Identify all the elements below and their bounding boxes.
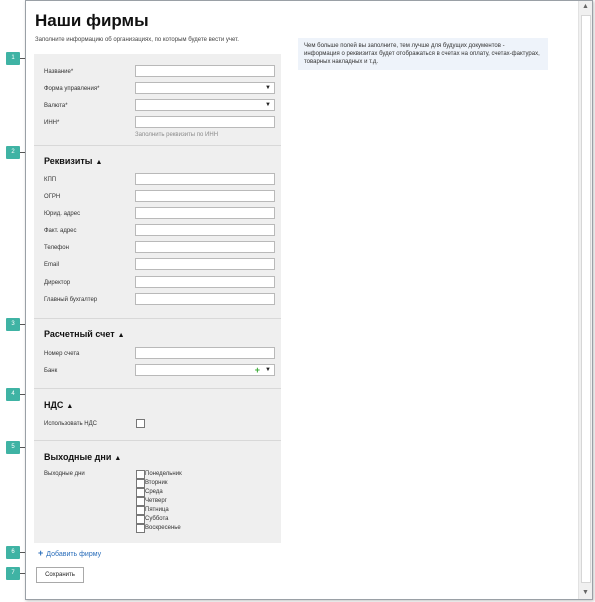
- day-label-thursday: Четверг: [145, 498, 167, 504]
- requisites-title: Реквизиты: [44, 156, 93, 166]
- chevron-up-icon: ▲: [114, 455, 122, 462]
- weekends-label: Выходные дни: [44, 471, 85, 477]
- save-button[interactable]: Сохранить: [36, 567, 84, 583]
- currency-label: Валюта*: [44, 103, 68, 109]
- callout-badge-4: 4: [6, 388, 20, 401]
- ogrn-label: ОГРН: [44, 194, 61, 200]
- day-label-saturday: Суббота: [145, 516, 169, 522]
- form-label: Форма управления*: [44, 86, 100, 92]
- add-company-label: Добавить фирму: [46, 551, 102, 558]
- chevron-down-icon: ▼: [265, 102, 271, 108]
- callout-badge-2: 2: [6, 146, 20, 159]
- use-vat-label: Использовать НДС: [44, 421, 98, 427]
- day-checkbox-thursday[interactable]: [136, 497, 145, 506]
- page-subtitle: Заполните информацию об организациях, по…: [35, 37, 239, 43]
- day-label-wednesday: Среда: [145, 489, 163, 495]
- section-divider: [34, 318, 281, 319]
- form-select[interactable]: ▼: [135, 82, 275, 94]
- day-checkbox-monday[interactable]: [136, 470, 145, 479]
- scroll-up-icon[interactable]: ▲: [579, 1, 592, 13]
- account-title: Расчетный счет: [44, 329, 115, 339]
- day-label-sunday: Воскресенье: [145, 525, 181, 531]
- scroll-down-icon[interactable]: ▼: [579, 587, 592, 599]
- fill-by-inn-link[interactable]: Заполнить реквизиты по ИНН: [135, 132, 218, 138]
- day-label-tuesday: Вторник: [145, 480, 168, 486]
- day-checkbox-tuesday[interactable]: [136, 479, 145, 488]
- scroll-thumb[interactable]: [581, 15, 591, 583]
- kpp-input[interactable]: [135, 173, 275, 185]
- phone-input[interactable]: [135, 241, 275, 253]
- account-header[interactable]: Расчетный счет ▲: [44, 329, 125, 339]
- director-label: Директор: [44, 280, 71, 286]
- legal-address-input[interactable]: [135, 207, 275, 219]
- day-label-monday: Понедельник: [145, 471, 182, 477]
- phone-label: Телефон: [44, 245, 69, 251]
- day-checkbox-friday[interactable]: [136, 506, 145, 515]
- page-title: Наши фирмы: [35, 11, 149, 30]
- inn-input[interactable]: [135, 116, 275, 128]
- bank-label: Банк: [44, 368, 58, 374]
- use-vat-checkbox[interactable]: [136, 419, 145, 428]
- accountant-input[interactable]: [135, 293, 275, 305]
- callout-badge-6: 6: [6, 546, 20, 559]
- plus-icon[interactable]: +: [255, 365, 260, 375]
- account-number-input[interactable]: [135, 347, 275, 359]
- day-checkbox-saturday[interactable]: [136, 515, 145, 524]
- section-divider: [34, 388, 281, 389]
- inn-label: ИНН*: [44, 120, 60, 126]
- chevron-up-icon: ▲: [117, 332, 125, 339]
- name-input[interactable]: [135, 65, 275, 77]
- day-checkbox-sunday[interactable]: [136, 524, 145, 533]
- callout-badge-1: 1: [6, 52, 20, 65]
- email-input[interactable]: [135, 258, 275, 270]
- chevron-down-icon: ▼: [265, 85, 271, 91]
- director-input[interactable]: [135, 276, 275, 288]
- kpp-label: КПП: [44, 177, 57, 183]
- requisites-header[interactable]: Реквизиты ▲: [44, 156, 102, 166]
- actual-address-label: Факт. адрес: [44, 228, 77, 234]
- legal-address-label: Юрид. адрес: [44, 211, 81, 217]
- add-company-link[interactable]: + Добавить фирму: [38, 548, 101, 558]
- weekends-header[interactable]: Выходные дни ▲: [44, 452, 121, 462]
- section-divider: [34, 440, 281, 441]
- day-checkbox-wednesday[interactable]: [136, 488, 145, 497]
- day-label-friday: Пятница: [145, 507, 169, 513]
- currency-select[interactable]: ▼: [135, 99, 275, 111]
- plus-icon: +: [38, 548, 44, 558]
- callout-badge-5: 5: [6, 441, 20, 454]
- vat-title: НДС: [44, 400, 64, 410]
- info-note: Чем больше полей вы заполните, тем лучше…: [298, 38, 548, 70]
- name-label: Название*: [44, 69, 74, 75]
- weekends-title: Выходные дни: [44, 452, 112, 462]
- email-label: Email: [44, 262, 60, 268]
- callout-badge-7: 7: [6, 567, 20, 580]
- account-number-label: Номер счета: [44, 351, 80, 357]
- accountant-label: Главный бухгалтер: [44, 297, 98, 303]
- bank-select[interactable]: + ▼: [135, 364, 275, 376]
- ogrn-input[interactable]: [135, 190, 275, 202]
- chevron-up-icon: ▲: [66, 403, 74, 410]
- callout-badge-3: 3: [6, 318, 20, 331]
- vertical-scrollbar[interactable]: ▲ ▼: [578, 1, 592, 599]
- section-divider: [34, 145, 281, 146]
- chevron-up-icon: ▲: [95, 159, 103, 166]
- vat-header[interactable]: НДС ▲: [44, 400, 73, 410]
- chevron-down-icon: ▼: [265, 367, 271, 373]
- actual-address-input[interactable]: [135, 224, 275, 236]
